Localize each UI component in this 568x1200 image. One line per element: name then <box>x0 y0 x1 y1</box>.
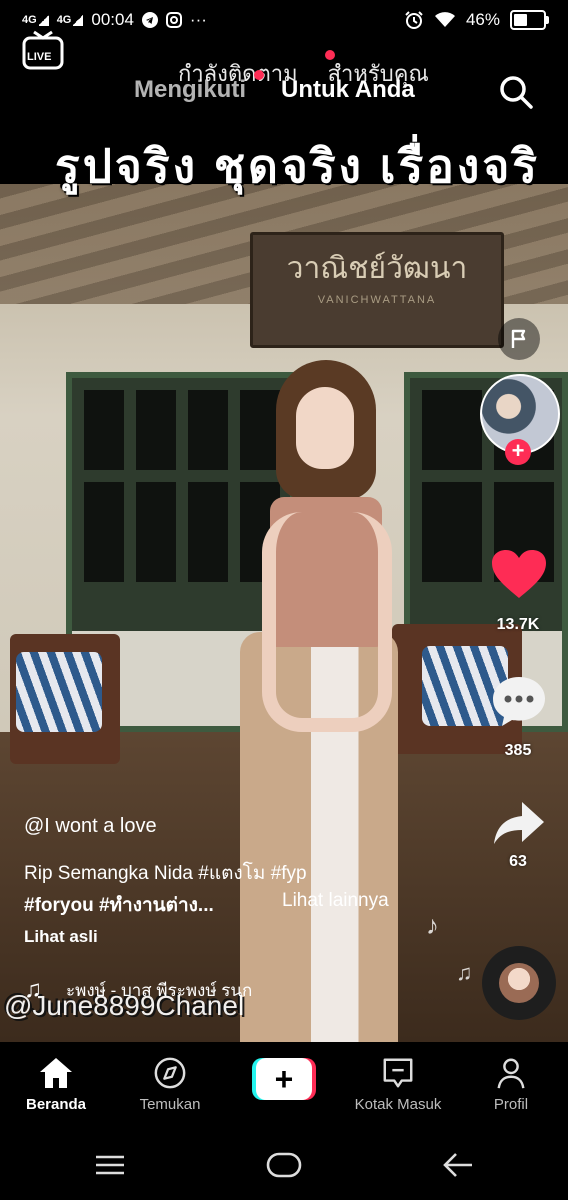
overlay-red-dot <box>325 50 335 60</box>
music-info[interactable]: ♫ ะพงษ์ - บาส พีระพงษ์ รนก <box>24 976 252 1004</box>
status-bar: 4G 4G 00:04 ··· 46% <box>0 0 568 42</box>
comment-bubble-icon <box>493 677 545 726</box>
signal-label-2: 4G <box>56 14 72 26</box>
recent-apps-button[interactable] <box>94 1154 126 1181</box>
person-arms <box>262 512 392 732</box>
share-count: 63 <box>509 853 527 870</box>
inbox-icon <box>383 1058 413 1088</box>
system-navigation-bar <box>0 1132 568 1200</box>
signal-label-1: 4G <box>22 14 37 26</box>
live-button[interactable]: LIVE <box>22 30 64 70</box>
person-face <box>296 387 354 469</box>
report-flag-button[interactable] <box>498 318 540 360</box>
see-original-link[interactable]: Lihat asli <box>24 927 98 947</box>
music-title: ะพงษ์ - บาส พีระพงษ์ รนก <box>66 980 253 1000</box>
create-plus-icon: + <box>256 1058 312 1100</box>
telegram-icon <box>141 12 158 28</box>
clock: 00:04 <box>91 10 134 29</box>
profile-icon <box>497 1058 525 1089</box>
status-right: 46% <box>404 10 549 30</box>
music-note-icon: ♫ <box>24 976 42 1003</box>
search-icon <box>500 76 533 109</box>
home-icon <box>40 1058 72 1088</box>
chair-left <box>10 634 120 764</box>
nav-profile[interactable]: Profil <box>461 1056 561 1113</box>
nav-inbox-label: Kotak Masuk <box>354 1096 442 1113</box>
nav-home-label: Beranda <box>25 1096 87 1113</box>
music-disc-avatar <box>499 963 539 1003</box>
heart-icon <box>492 550 546 598</box>
home-pill-icon <box>266 1152 302 1178</box>
nav-profile-label: Profil <box>493 1096 529 1113</box>
music-note-icon-2: ♫ <box>456 960 473 985</box>
instagram-icon <box>165 12 182 28</box>
tab-for-you[interactable]: Untuk Anda <box>281 76 415 104</box>
follow-plus-button[interactable]: + <box>505 439 531 465</box>
compass-icon <box>154 1057 186 1089</box>
create-button[interactable]: + <box>252 1058 316 1100</box>
video-overlay-title: รูปจริง ชุดจริง เรื่องจริ <box>55 140 540 192</box>
caption-line-2[interactable]: #foryou #ทำงานต่าง... <box>24 890 214 920</box>
see-more-link[interactable]: Lihat lainnya <box>282 890 389 912</box>
following-notification-dot <box>254 70 264 80</box>
tab-following[interactable]: Mengikuti <box>134 76 246 104</box>
back-button[interactable] <box>442 1152 474 1183</box>
battery-icon <box>510 10 549 30</box>
comment-count: 385 <box>504 742 532 759</box>
video-author-username[interactable]: @I wont a love <box>24 815 157 838</box>
back-arrow-icon <box>443 1153 472 1177</box>
bottom-navigation: Beranda Temukan + Kotak Masuk Profil <box>0 1042 568 1132</box>
status-left: 4G 4G 00:04 ··· <box>22 10 207 30</box>
music-disc-button[interactable] <box>482 946 556 1020</box>
signal-icon-1: 4G <box>22 14 49 26</box>
home-system-button[interactable] <box>266 1152 302 1183</box>
music-note-icon-1: ♪ <box>426 910 439 940</box>
alarm-icon <box>405 11 423 29</box>
share-arrow-icon <box>494 802 544 844</box>
wifi-icon <box>434 12 455 27</box>
nav-discover-label: Temukan <box>139 1096 201 1113</box>
more-notifications: ··· <box>189 10 207 29</box>
like-button[interactable] <box>490 548 548 600</box>
battery-percent: 46% <box>465 10 500 29</box>
flag-icon <box>511 329 526 348</box>
nav-discover[interactable]: Temukan <box>120 1056 220 1113</box>
shop-sign-text: วาณิชย์วัฒนา <box>286 252 468 285</box>
nav-home[interactable]: Beranda <box>6 1056 106 1113</box>
search-button[interactable] <box>498 74 533 109</box>
like-count: 13.7K <box>496 616 540 633</box>
live-label: LIVE <box>27 51 52 63</box>
share-button[interactable] <box>492 800 546 846</box>
signal-icon-2: 4G <box>57 14 84 26</box>
shop-sign-subtext: VANICHWATTANA <box>317 294 437 306</box>
nav-inbox[interactable]: Kotak Masuk <box>348 1056 448 1113</box>
shop-sign: วาณิชย์วัฒนา VANICHWATTANA <box>250 232 504 348</box>
menu-icon <box>96 1155 124 1175</box>
comment-button[interactable] <box>491 675 547 727</box>
caption-line-1: Rip Semangka Nida #แตงโม #fyp <box>24 863 307 884</box>
